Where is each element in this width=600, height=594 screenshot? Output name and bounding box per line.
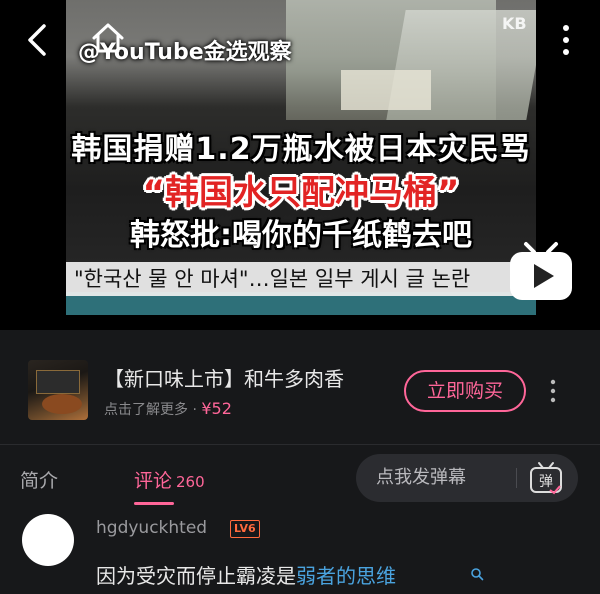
comment-search-link[interactable]: 弱者的思维: [296, 564, 396, 588]
ad-banner[interactable]: 【新口味上市】和牛多肉香 点击了解更多 · ¥52 立即购买: [0, 346, 600, 432]
video-headline-line3: 韩怒批:喝你的千纸鹤去吧: [130, 218, 472, 253]
danmaku-toggle-icon[interactable]: 弹: [526, 460, 566, 496]
comment-text-plain: 因为受灾而停止霸凌是: [96, 564, 296, 588]
tab-comments-label: 评论: [134, 470, 173, 492]
divider: [0, 444, 600, 445]
comment-text: 因为受灾而停止霸凌是弱者的思维: [96, 560, 396, 589]
divider: [516, 468, 517, 488]
ad-price: ¥52: [201, 399, 232, 418]
search-icon[interactable]: [470, 566, 484, 581]
ad-product-food: [42, 394, 82, 414]
channel-logo: KB: [502, 14, 527, 33]
video-headline-line2: “韩国水只配冲马桶”: [142, 173, 460, 213]
video-background-sign: [341, 70, 431, 110]
svg-text:弹: 弹: [539, 474, 553, 490]
tab-intro[interactable]: 简介: [20, 466, 58, 493]
ad-subtitle[interactable]: 点击了解更多 · ¥52: [104, 399, 232, 419]
comments-count: 260: [176, 473, 205, 491]
video-player[interactable]: @YouTube金选观察 KB 韩国捐赠1.2万瓶水被日本灾民骂 “韩国水只配冲…: [0, 0, 600, 330]
ad-title[interactable]: 【新口味上市】和牛多肉香: [104, 363, 344, 392]
buy-now-button[interactable]: 立即购买: [404, 370, 526, 412]
ad-learn-more: 点击了解更多 ·: [104, 402, 202, 418]
active-tab-indicator: [134, 502, 174, 505]
more-vertical-icon[interactable]: [556, 22, 576, 58]
tab-comments[interactable]: 评论 260: [134, 466, 205, 493]
comment-username[interactable]: hgdyuckhted: [96, 518, 207, 538]
ad-product-box: [36, 370, 80, 394]
video-ticker: "한국산 물 안 마셔"…일본 일부 게시 글 논란: [66, 262, 514, 296]
danmaku-placeholder: 点我发弹幕: [376, 467, 466, 488]
home-icon[interactable]: [88, 18, 128, 58]
level-badge: LV6: [230, 520, 260, 538]
more-vertical-icon[interactable]: [544, 378, 562, 404]
back-arrow-icon[interactable]: [22, 20, 56, 60]
ad-product-image[interactable]: [28, 360, 88, 420]
tv-play-icon[interactable]: [506, 240, 576, 304]
danmaku-input[interactable]: 点我发弹幕 弹: [356, 454, 578, 502]
avatar[interactable]: [22, 514, 74, 566]
video-headline-line1: 韩国捐赠1.2万瓶水被日本灾民骂: [71, 132, 531, 167]
